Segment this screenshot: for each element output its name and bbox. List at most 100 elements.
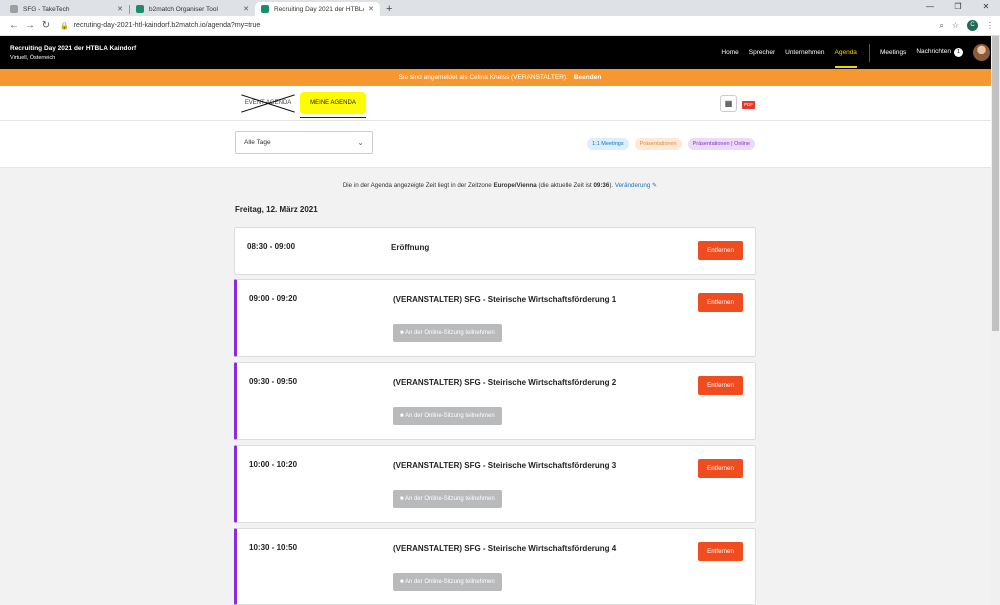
join-online-session-button[interactable]: ■ An der Online-Sitzung teilnehmen — [393, 490, 502, 508]
close-tab-icon[interactable]: ✕ — [243, 5, 249, 13]
tab-my-agenda[interactable]: MEINE AGENDA — [300, 92, 366, 118]
session-title[interactable]: (VERANSTALTER) SFG - Steirische Wirtscha… — [393, 376, 633, 389]
nav-unternehmen[interactable]: Unternehmen — [785, 45, 824, 60]
tab-title: Recruiting Day 2021 der HTBLA Ka — [274, 5, 364, 13]
agenda-tabs: EVENT AGENDA MEINE AGENDA ▦ PDF — [0, 86, 1000, 121]
tz-suffix: ). — [609, 182, 614, 189]
impersonation-banner: Sie sind angemeldet als Celina Kneiss (V… — [0, 69, 1000, 86]
day-select[interactable]: Alle Tage ⌄ — [235, 131, 373, 154]
tab-title: SFG - TakeTech — [23, 5, 70, 13]
join-online-session-button[interactable]: ■ An der Online-Sitzung teilnehmen — [393, 407, 502, 425]
calendar-export-icon[interactable]: ▦ — [720, 95, 737, 112]
remove-button[interactable]: Entfernen — [698, 293, 743, 312]
site-header: Recruiting Day 2021 der HTBLA Kaindorf V… — [0, 36, 1000, 69]
tz-zone: Europe/Vienna — [493, 182, 537, 189]
browser-tabbar: SFG - TakeTech ✕ b2match Organiser Tool … — [0, 0, 1000, 16]
nav-divider — [868, 43, 870, 62]
address-bar-actions: ⌕ ☆ C ⋮ — [939, 20, 994, 31]
maximize-icon[interactable]: ❐ — [944, 0, 972, 16]
session-time: 10:00 - 10:20 — [249, 460, 298, 469]
event-brand[interactable]: Recruiting Day 2021 der HTBLA Kaindorf V… — [10, 45, 711, 61]
video-camera-icon: ■ — [400, 496, 404, 502]
new-tab-icon[interactable]: + — [380, 3, 398, 16]
session-card: 10:00 - 10:20 (VERANSTALTER) SFG - Steir… — [234, 445, 756, 523]
session-title[interactable]: (VERANSTALTER) SFG - Steirische Wirtscha… — [393, 293, 633, 306]
tab-title: b2match Organiser Tool — [149, 5, 218, 13]
back-arrow-icon[interactable]: ← — [6, 20, 22, 31]
nav-meetings[interactable]: Meetings — [880, 45, 906, 60]
close-window-icon[interactable]: ✕ — [972, 0, 1000, 16]
filter-row: Alle Tage ⌄ 1:1 Meetings Präsentationen … — [0, 121, 1000, 168]
browser-tab-3[interactable]: Recruiting Day 2021 der HTBLA Ka ✕ — [255, 2, 380, 16]
profile-avatar[interactable]: C — [967, 20, 978, 31]
pill-presentations-online: Präsentationen | Online — [687, 138, 755, 150]
session-title[interactable]: (VERANSTALTER) SFG - Steirische Wirtscha… — [393, 459, 633, 472]
star-icon[interactable]: ☆ — [952, 21, 959, 30]
remove-button[interactable]: Entfernen — [698, 241, 743, 260]
tz-middle: (die aktuelle Zeit ist — [538, 182, 592, 189]
forward-arrow-icon[interactable]: → — [22, 20, 38, 31]
pill-meetings: 1:1 Meetings — [587, 138, 629, 150]
pill-presentations: Präsentationen — [634, 138, 682, 150]
message-count-badge: 1 — [954, 48, 963, 57]
session-time: 09:00 - 09:20 — [249, 294, 298, 303]
window-controls: — ❐ ✕ — [916, 0, 1000, 16]
nav-home[interactable]: Home — [721, 45, 738, 60]
nav-agenda[interactable]: Agenda — [834, 45, 858, 68]
menu-dots-icon[interactable]: ⋮ — [986, 21, 994, 30]
nav-nachrichten[interactable]: Nachrichten 1 — [916, 44, 963, 61]
remove-button[interactable]: Entfernen — [698, 376, 743, 395]
join-online-session-button[interactable]: ■ An der Online-Sitzung teilnehmen — [393, 324, 502, 342]
change-timezone-link[interactable]: Veränderung ✎ — [615, 182, 657, 189]
zoom-icon[interactable]: ⌕ — [939, 21, 943, 31]
session-time: 08:30 - 09:00 — [247, 242, 296, 251]
address-bar: ← → ↻ 🔒 recruting-day-2021-htl-kaindorf.… — [0, 16, 1000, 36]
page-scrollbar[interactable] — [991, 36, 1000, 605]
lock-icon: 🔒 — [60, 22, 69, 30]
end-session-link[interactable]: Beenden — [574, 74, 601, 81]
user-avatar[interactable] — [973, 44, 990, 61]
banner-text: Sie sind angemeldet als Celina Kneiss (V… — [398, 74, 568, 81]
session-card: 09:30 - 09:50 (VERANSTALTER) SFG - Steir… — [234, 362, 756, 440]
url-text: recruting-day-2021-htl-kaindorf.b2match.… — [73, 22, 261, 29]
session-time: 10:30 - 10:50 — [249, 543, 298, 552]
session-time: 09:30 - 09:50 — [249, 377, 298, 386]
close-tab-icon[interactable]: ✕ — [117, 5, 123, 13]
join-online-session-button[interactable]: ■ An der Online-Sitzung teilnehmen — [393, 573, 502, 591]
date-heading: Freitag, 12. März 2021 — [235, 205, 318, 214]
browser-tab-2[interactable]: b2match Organiser Tool ✕ — [130, 2, 255, 16]
tab-favicon-icon — [136, 5, 144, 13]
tab-favicon-icon — [10, 5, 18, 13]
session-card: 08:30 - 09:00 Eröffnung Entfernen — [234, 227, 756, 275]
scrollbar-thumb[interactable] — [992, 36, 999, 331]
join-label: An der Online-Sitzung teilnehmen — [404, 413, 495, 419]
session-card: 09:00 - 09:20 (VERANSTALTER) SFG - Steir… — [234, 279, 756, 357]
join-label: An der Online-Sitzung teilnehmen — [404, 579, 495, 585]
timezone-info: Die in der Agenda angezeigte Zeit liegt … — [0, 182, 1000, 189]
session-card: 10:30 - 10:50 (VERANSTALTER) SFG - Steir… — [234, 528, 756, 605]
legend-pills: 1:1 Meetings Präsentationen Präsentation… — [587, 138, 755, 150]
day-select-value: Alle Tage — [244, 139, 271, 146]
tz-current-time: 09:36 — [593, 182, 610, 189]
nav-nachrichten-label: Nachrichten — [916, 48, 951, 55]
tab-favicon-icon — [261, 5, 269, 13]
remove-button[interactable]: Entfernen — [698, 459, 743, 478]
change-timezone-label: Veränderung — [614, 182, 651, 189]
tab-event-agenda[interactable]: EVENT AGENDA — [236, 92, 300, 114]
tz-prefix: Die in der Agenda angezeigte Zeit liegt … — [342, 182, 492, 189]
join-label: An der Online-Sitzung teilnehmen — [404, 330, 495, 336]
browser-tab-1[interactable]: SFG - TakeTech ✕ — [4, 2, 129, 16]
join-label: An der Online-Sitzung teilnehmen — [404, 496, 495, 502]
remove-button[interactable]: Entfernen — [698, 542, 743, 561]
pencil-icon: ✎ — [652, 182, 658, 189]
reload-icon[interactable]: ↻ — [38, 20, 54, 31]
chevron-down-icon: ⌄ — [357, 138, 364, 147]
session-title[interactable]: Eröffnung — [391, 241, 631, 254]
nav-sprecher[interactable]: Sprecher — [749, 45, 775, 60]
close-tab-icon[interactable]: ✕ — [368, 5, 374, 13]
pdf-export-icon[interactable]: PDF — [740, 95, 757, 112]
url-field[interactable]: 🔒 recruting-day-2021-htl-kaindorf.b2matc… — [60, 22, 939, 30]
pdf-label: PDF — [742, 101, 755, 109]
minimize-icon[interactable]: — — [916, 0, 944, 16]
session-title[interactable]: (VERANSTALTER) SFG - Steirische Wirtscha… — [393, 542, 633, 555]
